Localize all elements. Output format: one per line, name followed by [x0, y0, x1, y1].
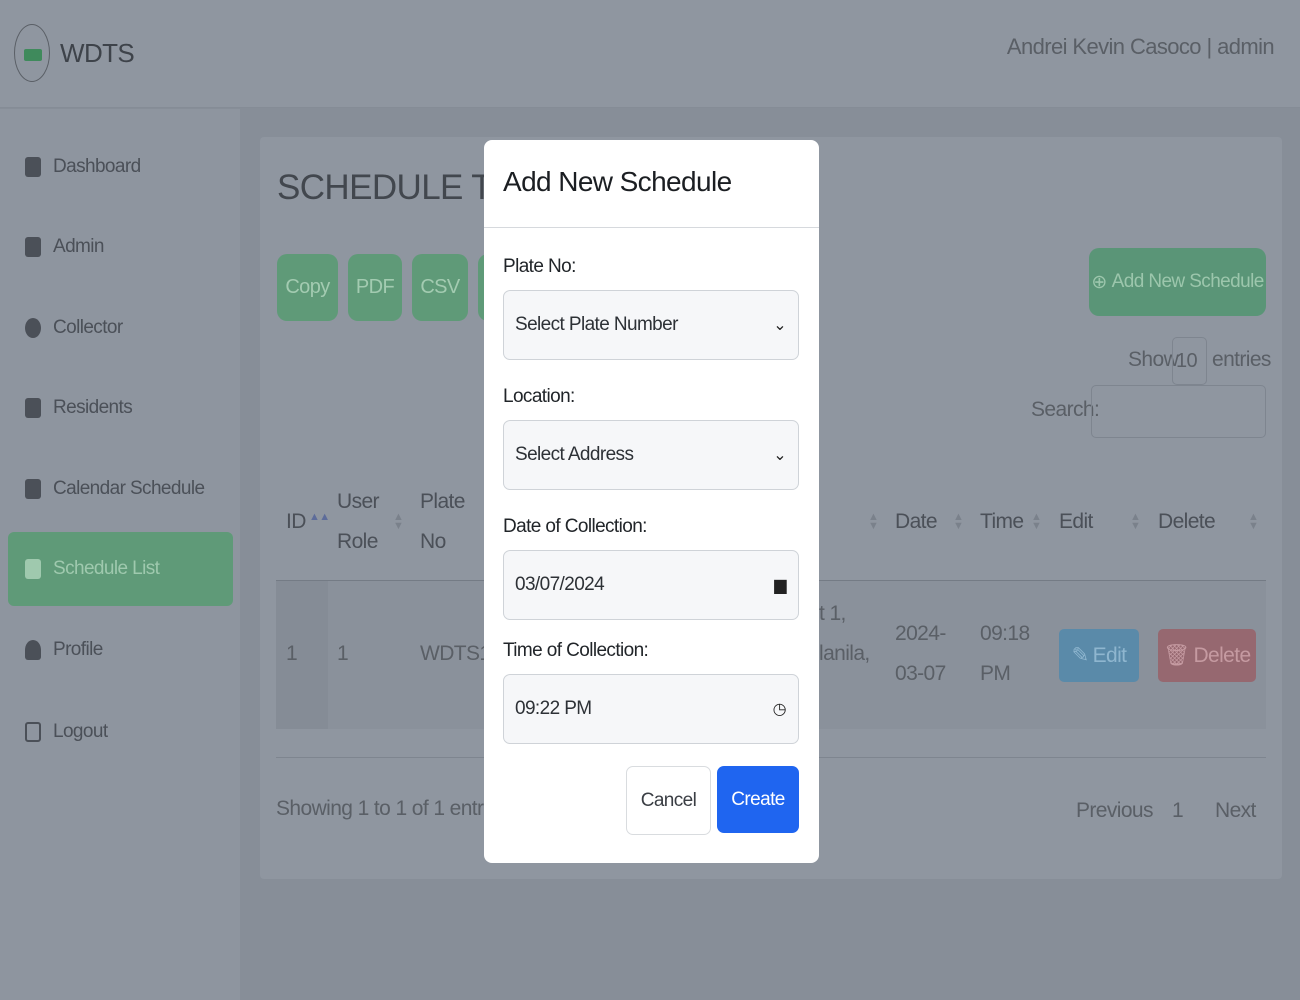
page-1-button[interactable]: 1	[1172, 799, 1184, 823]
entries-label: entries	[1212, 348, 1271, 371]
add-button-label: Add New Schedule	[1111, 271, 1265, 292]
sort-icon[interactable]: ▲ ▼	[1031, 512, 1042, 532]
pdf-button[interactable]: PDF	[348, 254, 402, 321]
column-user[interactable]: User	[337, 482, 380, 522]
logout-icon	[25, 722, 41, 742]
sidebar-item-label: Profile	[53, 639, 103, 660]
dashboard-icon	[25, 157, 41, 177]
brand-name: WDTS	[60, 38, 135, 68]
sidebar-item-label: Admin	[53, 236, 104, 257]
sort-icon[interactable]: ▲ ▼	[1248, 512, 1259, 532]
column-plate[interactable]: Plate	[420, 482, 465, 522]
next-button[interactable]: Next	[1215, 799, 1256, 823]
sidebar-item-profile[interactable]: Profile	[8, 613, 233, 687]
cell-location: t 1,	[819, 602, 846, 625]
sort-icon[interactable]: ▲ ▼	[393, 512, 404, 532]
sidebar-item-residents[interactable]: Residents	[8, 371, 233, 445]
edit-label: Edit	[1092, 643, 1127, 667]
cell-id: 1	[286, 642, 298, 665]
modal-title: Add New Schedule	[503, 166, 732, 197]
cell-date-2: 03-07	[895, 662, 946, 685]
search-input[interactable]	[1091, 385, 1266, 438]
sidebar-item-label: Logout	[53, 721, 108, 742]
sidebar-item-label: Dashboard	[53, 156, 141, 177]
sidebar-item-admin[interactable]: Admin	[8, 210, 233, 284]
column-role: Role	[337, 530, 378, 553]
sort-icon[interactable]: ▲ ▼	[868, 512, 879, 532]
create-button[interactable]: Create	[717, 766, 799, 833]
logo-icon	[14, 24, 50, 82]
sidebar-item-dashboard[interactable]: Dashboard	[8, 130, 233, 204]
column-date[interactable]: Date	[895, 502, 938, 542]
user-info[interactable]: Andrei Kevin Casoco | admin	[1007, 34, 1275, 60]
date-input[interactable]: 03/07/2024 ▆	[503, 550, 799, 620]
sidebar-item-label: Residents	[53, 397, 133, 418]
cell-location-2: lanila,	[819, 642, 870, 665]
column-id[interactable]: ID	[286, 502, 306, 542]
column-no: No	[420, 530, 446, 553]
entries-select[interactable]: 10	[1172, 337, 1207, 385]
sidebar-item-label: Calendar Schedule	[53, 478, 205, 499]
date-label: Date of Collection:	[503, 516, 647, 537]
clock-icon[interactable]: ◷	[773, 699, 787, 719]
edit-button[interactable]: ✎ Edit	[1059, 629, 1139, 682]
time-value: 09:22 PM	[515, 698, 592, 719]
show-label: Show	[1128, 348, 1179, 371]
table-info: Showing 1 to 1 of 1 entries	[276, 797, 509, 820]
calendar-icon	[25, 479, 41, 499]
sort-icon[interactable]: ▲ ▼	[1130, 512, 1141, 532]
sidebar-item-collector[interactable]: Collector	[8, 291, 233, 365]
plus-circle-icon: ⊕	[1091, 271, 1107, 293]
cancel-button[interactable]: Cancel	[626, 766, 711, 835]
location-select[interactable]: Select Address ⌄	[503, 420, 799, 490]
location-select-value: Select Address	[515, 444, 634, 465]
top-header: WDTS Andrei Kevin Casoco | admin	[0, 0, 1300, 108]
sidebar-item-schedule-list[interactable]: Schedule List	[8, 532, 233, 606]
sidebar-item-label: Collector	[53, 317, 123, 338]
chevron-down-icon: ⌄	[773, 317, 786, 334]
edit-icon: ✎	[1071, 644, 1090, 667]
time-input[interactable]: 09:22 PM ◷	[503, 674, 799, 744]
copy-button[interactable]: Copy	[277, 254, 338, 321]
sort-icon[interactable]: ▲ ▼	[953, 512, 964, 532]
delete-button[interactable]: 🗑 Delete	[1158, 629, 1256, 682]
cell-time: 09:18	[980, 622, 1030, 645]
sidebar-item-label: Schedule List	[53, 558, 160, 579]
csv-button[interactable]: CSV	[412, 254, 468, 321]
delete-label: Delete	[1193, 643, 1251, 667]
trash-icon: 🗑	[1163, 643, 1190, 667]
chevron-down-icon: ⌄	[773, 447, 786, 464]
sidebar-item-logout[interactable]: Logout	[8, 695, 233, 769]
cell-date: 2024-	[895, 622, 946, 645]
plate-select-value: Select Plate Number	[515, 314, 678, 335]
user-circle-icon	[25, 318, 41, 338]
date-value: 03/07/2024	[515, 574, 605, 595]
sidebar: Dashboard Admin Collector Residents Cale…	[0, 109, 240, 1000]
time-label: Time of Collection:	[503, 640, 649, 661]
previous-button[interactable]: Previous	[1076, 799, 1154, 823]
location-label: Location:	[503, 386, 575, 407]
add-schedule-modal: Add New Schedule Plate No: Select Plate …	[484, 140, 819, 863]
user-lock-icon	[25, 237, 41, 257]
calendar-list-icon	[25, 559, 41, 579]
sidebar-item-calendar[interactable]: Calendar Schedule	[8, 452, 233, 526]
search-label: Search:	[1031, 398, 1100, 421]
user-icon	[25, 398, 41, 418]
plate-label: Plate No:	[503, 256, 576, 277]
profile-icon	[25, 640, 41, 660]
column-time[interactable]: Time	[980, 502, 1024, 542]
column-edit[interactable]: Edit	[1059, 502, 1093, 542]
column-delete[interactable]: Delete	[1158, 502, 1216, 542]
cell-role: 1	[337, 642, 349, 665]
divider	[484, 227, 819, 228]
sort-asc-icon[interactable]: ▲▲	[309, 512, 330, 523]
cell-time-2: PM	[980, 662, 1011, 685]
plate-select[interactable]: Select Plate Number ⌄	[503, 290, 799, 360]
add-new-schedule-button[interactable]: ⊕ Add New Schedule	[1089, 248, 1266, 316]
calendar-icon[interactable]: ▆	[774, 575, 786, 595]
sorted-cell-bg	[276, 581, 328, 729]
